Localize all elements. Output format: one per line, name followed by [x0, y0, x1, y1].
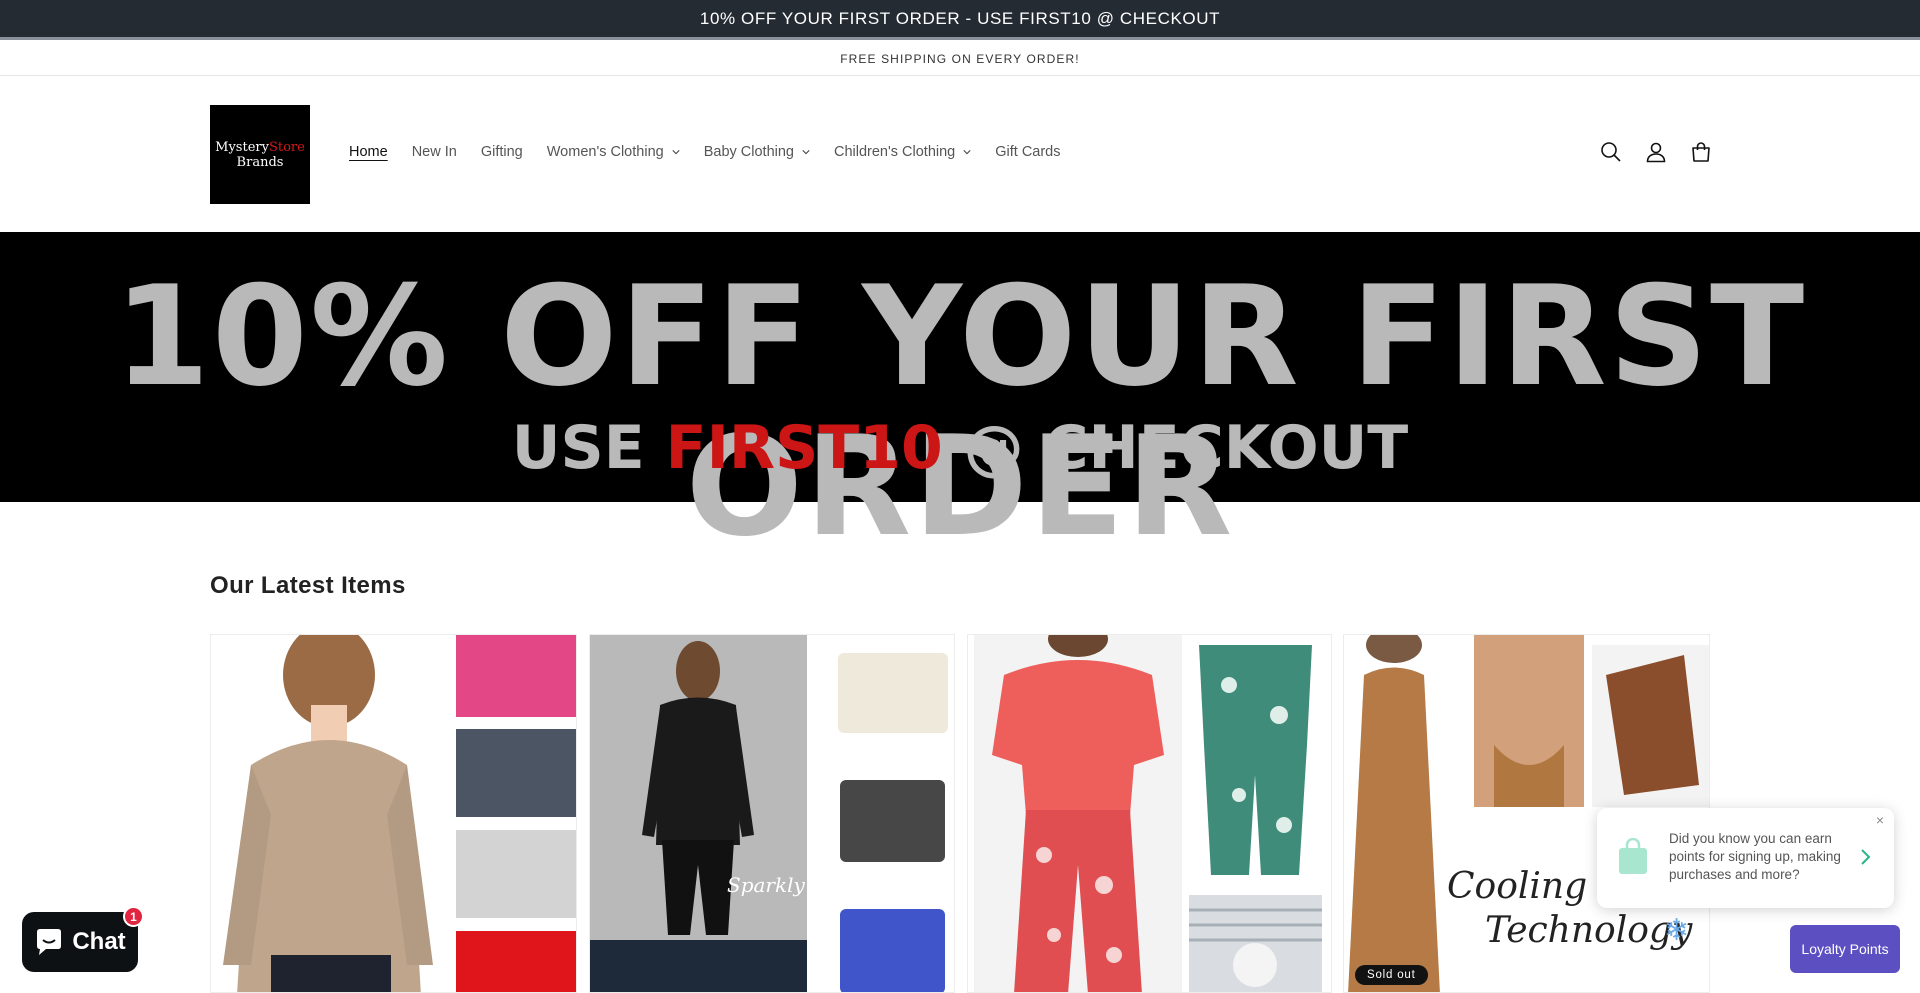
- loyalty-popup[interactable]: Did you know you can earn points for sig…: [1597, 808, 1894, 908]
- product-card[interactable]: [967, 634, 1332, 993]
- hero-subline: USE FIRST10 @ CHECKOUT: [0, 412, 1920, 484]
- nav-childrens-clothing[interactable]: Children's Clothing: [834, 144, 971, 160]
- nav-gift-cards-label: Gift Cards: [995, 144, 1061, 160]
- main-nav: Home New In Gifting Women's Clothing Bab…: [349, 144, 1085, 160]
- cardigan-blue: [830, 903, 954, 992]
- nav-gifting[interactable]: Gifting: [481, 144, 523, 160]
- nav-womens-clothing[interactable]: Women's Clothing: [547, 144, 680, 160]
- product-image: [974, 635, 1182, 992]
- announcement-bar: 10% OFF YOUR FIRST ORDER - USE FIRST10 @…: [0, 0, 1920, 40]
- logo-text-mystery: Mystery: [215, 139, 269, 155]
- nav-baby-label: Baby Clothing: [703, 144, 794, 160]
- product-card[interactable]: [210, 634, 577, 993]
- pyjama-green: [1189, 635, 1322, 887]
- chat-bubble-icon: [37, 929, 62, 955]
- nav-childrens-label: Children's Clothing: [833, 144, 956, 160]
- nav-new-in[interactable]: New In: [412, 144, 457, 160]
- cardigan-cream: [830, 643, 954, 743]
- shopping-bag-icon: [1619, 838, 1647, 874]
- loyalty-message: Did you know you can earn points for sig…: [1669, 831, 1841, 882]
- site-header: MysteryStore Brands Home New In Gifting …: [0, 77, 1920, 232]
- chevron-down-icon: [672, 150, 680, 155]
- cart-button[interactable]: [1688, 139, 1714, 165]
- logo-text-store: Store: [268, 139, 305, 155]
- product-card[interactable]: Sparkly: [589, 634, 955, 993]
- account-icon: [1646, 142, 1666, 163]
- nav-baby-clothing[interactable]: Baby Clothing: [704, 144, 810, 160]
- nav-home[interactable]: Home: [349, 144, 388, 160]
- chevron-right-icon[interactable]: [1860, 848, 1872, 866]
- nav-gifting-label: Gifting: [480, 144, 523, 160]
- swatch-red: [456, 931, 576, 992]
- nav-gift-cards[interactable]: Gift Cards: [995, 144, 1060, 160]
- search-button[interactable]: [1598, 139, 1624, 165]
- cooling-text-line2: Technology: [1485, 910, 1693, 951]
- shipping-bar: FREE SHIPPING ON EVERY ORDER!: [0, 43, 1920, 76]
- sparkly-label: Sparkly: [727, 873, 805, 897]
- chevron-down-icon: [802, 150, 810, 155]
- snowflake-icon: ❄: [1664, 914, 1690, 947]
- product-image: Sparkly: [590, 635, 807, 992]
- nav-new-in-label: New In: [411, 144, 457, 160]
- product-image: [211, 635, 448, 992]
- nav-womens-label: Women's Clothing: [546, 144, 664, 160]
- nav-home-label: Home: [349, 144, 388, 160]
- loyalty-points-button[interactable]: Loyalty Points: [1790, 925, 1900, 973]
- account-button[interactable]: [1643, 139, 1669, 165]
- swatch-light-grey: [456, 830, 576, 918]
- hero-use-text: USE: [511, 413, 666, 483]
- swatch-pink: [456, 635, 576, 717]
- hero-banner[interactable]: 10% OFF YOUR FIRST ORDER USE FIRST10 @ C…: [0, 232, 1920, 562]
- hero-checkout-text: @ CHECKOUT: [942, 413, 1409, 483]
- swatch-grey-blue: [456, 729, 576, 817]
- section-title: Our Latest Items: [210, 572, 406, 599]
- sold-out-badge: Sold out: [1355, 965, 1428, 985]
- chat-button[interactable]: Chat: [22, 912, 138, 972]
- logo-line1: MysteryStore: [215, 140, 305, 155]
- chat-label: Chat: [72, 928, 126, 955]
- hero-promo-code: FIRST10: [665, 413, 943, 483]
- announcement-text: 10% OFF YOUR FIRST ORDER - USE FIRST10 @…: [699, 8, 1221, 28]
- search-icon: [1601, 142, 1621, 162]
- cart-icon: [1692, 142, 1710, 162]
- logo-text-brands: Brands: [236, 154, 284, 170]
- store-logo[interactable]: MysteryStore Brands: [210, 105, 310, 204]
- pyjama-stripe: [1189, 895, 1322, 992]
- shipping-text: FREE SHIPPING ON EVERY ORDER!: [840, 52, 1080, 66]
- chat-notification-badge: 1: [123, 906, 144, 927]
- header-icons: [1598, 139, 1714, 165]
- close-icon[interactable]: ×: [1876, 812, 1884, 828]
- cardigan-charcoal: [830, 770, 954, 870]
- chevron-down-icon: [963, 150, 971, 155]
